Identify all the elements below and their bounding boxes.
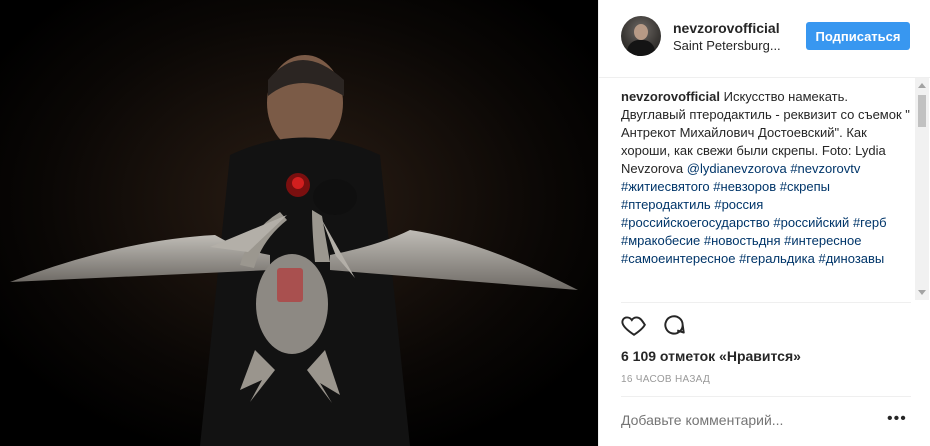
comment-input[interactable] [621, 412, 861, 428]
username[interactable]: nevzorovofficial [673, 20, 780, 36]
divider [621, 396, 911, 397]
hashtag[interactable]: #российскоегосударство [621, 215, 770, 230]
avatar-body [627, 40, 655, 56]
hashtag[interactable]: #новостьдня [704, 233, 781, 248]
likes-count[interactable]: 6 109 отметок «Нравится» [621, 348, 801, 364]
divider [621, 302, 911, 303]
hashtag[interactable]: #nevzorovtv [790, 161, 860, 176]
avatar[interactable] [621, 16, 661, 56]
hashtag[interactable]: #интересное [784, 233, 861, 248]
hashtag[interactable]: #россия [714, 197, 763, 212]
comment-icon[interactable] [661, 312, 687, 338]
hashtag[interactable]: #динозавы [818, 251, 884, 266]
hashtag[interactable]: #мракобесие [621, 233, 700, 248]
hashtag[interactable]: #российский [773, 215, 849, 230]
caption: nevzorovofficial Искусство намекать. Дву… [621, 88, 911, 268]
comments-area[interactable]: nevzorovofficial Искусство намекать. Дву… [621, 88, 911, 300]
hashtag[interactable]: #самоеинтересное [621, 251, 735, 266]
heart-icon[interactable] [621, 312, 647, 338]
location[interactable]: Saint Petersburg... [673, 38, 781, 53]
avatar-face [634, 24, 648, 40]
instagram-post: nevzorovofficial Saint Petersburg... Под… [0, 0, 930, 446]
hashtag[interactable]: #герб [853, 215, 887, 230]
pterodactyl-photo [0, 0, 598, 446]
comments-scrollbar[interactable] [915, 78, 929, 300]
caption-owner[interactable]: nevzorovofficial [621, 89, 720, 104]
post-image[interactable] [0, 0, 598, 446]
timestamp[interactable]: 16 часов назад [621, 374, 710, 385]
hashtag[interactable]: #житиесвятого [621, 179, 710, 194]
hashtag[interactable]: #птеродактиль [621, 197, 711, 212]
follow-button[interactable]: Подписаться [806, 22, 910, 50]
hashtag[interactable]: @lydianevzorova [687, 161, 787, 176]
post-actions [621, 312, 687, 342]
post-header: nevzorovofficial Saint Petersburg... Под… [599, 0, 930, 78]
scroll-up-icon[interactable] [918, 83, 926, 88]
scrollbar-thumb[interactable] [918, 95, 926, 127]
more-options-icon[interactable]: ••• [887, 410, 907, 428]
hashtag[interactable]: #скрепы [780, 179, 830, 194]
scroll-down-icon[interactable] [918, 290, 926, 295]
hashtag[interactable]: #невзоров [713, 179, 776, 194]
post-details-panel: nevzorovofficial Saint Petersburg... Под… [598, 0, 930, 446]
hashtag[interactable]: #геральдика [739, 251, 815, 266]
